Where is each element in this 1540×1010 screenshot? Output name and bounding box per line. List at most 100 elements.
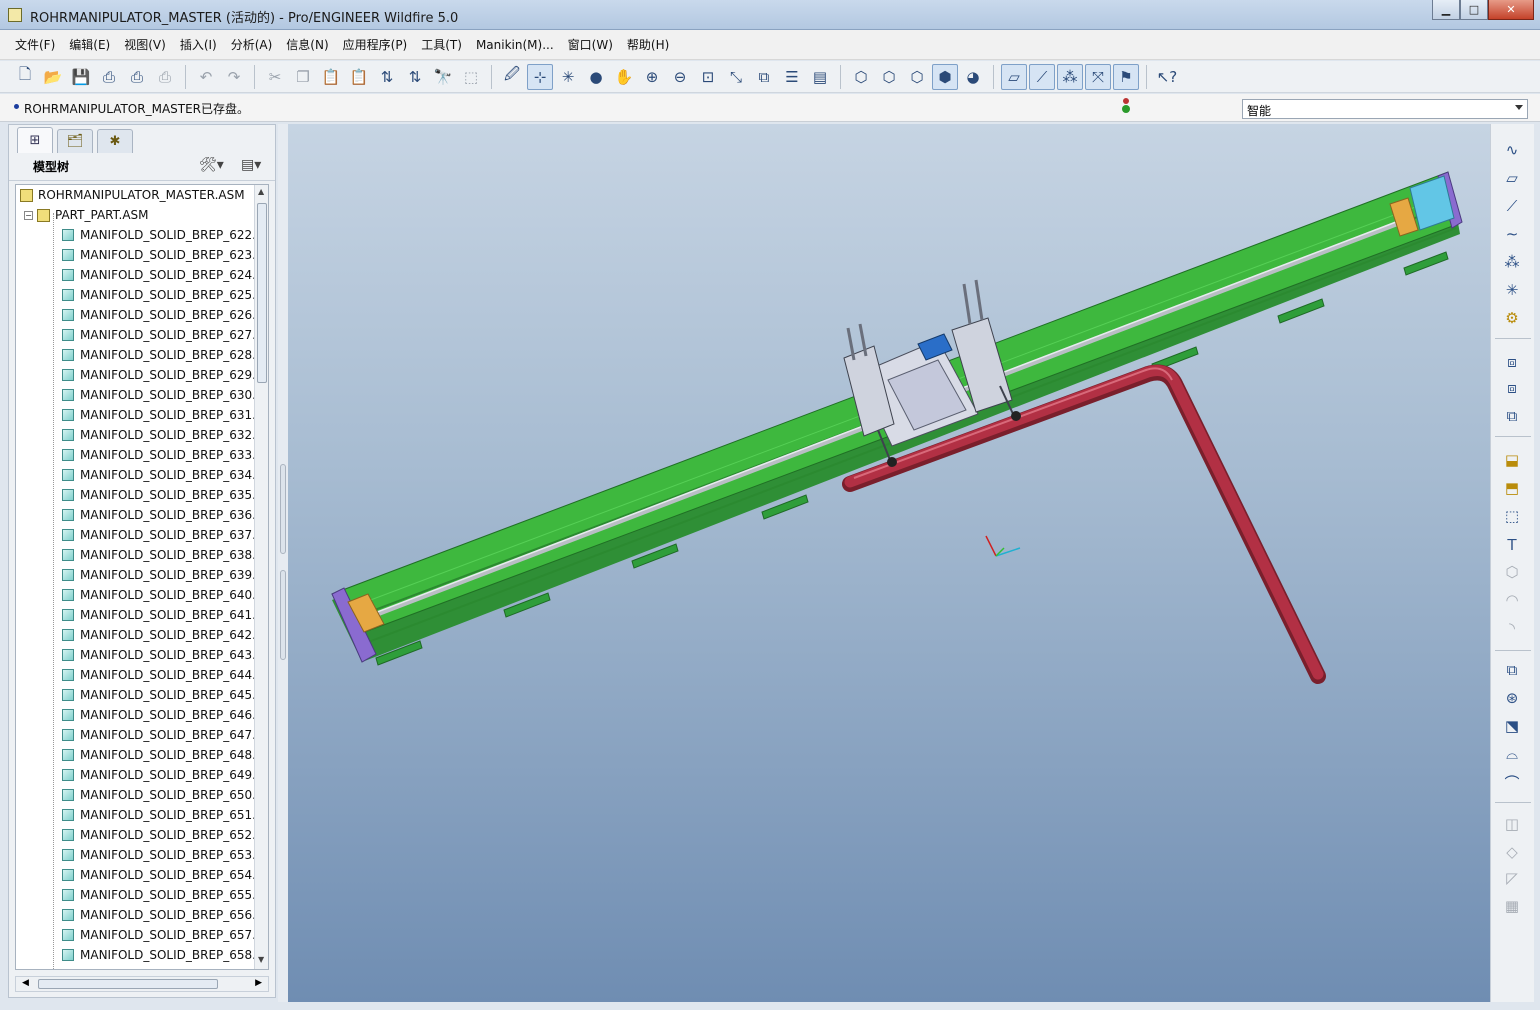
tree-part-row[interactable]: MANIFOLD_SOLID_BREP_655. (62, 885, 256, 905)
trim-icon[interactable]: ⌒ (1497, 770, 1527, 794)
orient-icon[interactable]: ✳ (555, 64, 581, 90)
tree-subassembly-row[interactable]: − PART_PART.ASM (24, 205, 149, 225)
tree-part-row[interactable]: MANIFOLD_SOLID_BREP_651. (62, 805, 256, 825)
round-icon[interactable]: ◝ (1497, 616, 1527, 640)
extrude-icon[interactable]: ⬓ (1497, 448, 1527, 472)
tree-part-row[interactable]: MANIFOLD_SOLID_BREP_633. (62, 445, 256, 465)
tree-part-row[interactable]: MANIFOLD_SOLID_BREP_628. (62, 345, 256, 365)
rib-icon[interactable]: ◠ (1497, 588, 1527, 612)
graphics-viewport[interactable] (288, 124, 1490, 1002)
hidden-line-icon[interactable]: ⬡ (876, 64, 902, 90)
offset-icon[interactable]: ⬔ (1497, 714, 1527, 738)
minimize-button[interactable]: ▁ (1432, 0, 1460, 20)
scroll-left-icon[interactable]: ◀ (22, 978, 29, 988)
scroll-right-icon[interactable]: ▶ (255, 978, 262, 988)
tree-part-row[interactable]: MANIFOLD_SOLID_BREP_629. (62, 365, 256, 385)
assemble-component-icon[interactable]: ⧈ (1497, 350, 1527, 374)
menu-tools[interactable]: 工具(T) (414, 36, 469, 53)
merge-icon[interactable]: ⌓ (1497, 742, 1527, 766)
reorient-icon[interactable]: ⤡ (723, 64, 749, 90)
tree-part-row[interactable]: MANIFOLD_SOLID_BREP_648. (62, 745, 256, 765)
tab-model-tree[interactable]: ⊞ (17, 127, 53, 153)
tree-part-row[interactable]: MANIFOLD_SOLID_BREP_653. (62, 845, 256, 865)
tree-part-row[interactable]: MANIFOLD_SOLID_BREP_636. (62, 505, 256, 525)
menu-edit[interactable]: 编辑(E) (62, 36, 117, 53)
package-component-icon[interactable]: ⧉ (1497, 404, 1527, 428)
tree-part-row[interactable]: MANIFOLD_SOLID_BREP_630. (62, 385, 256, 405)
tree-part-row[interactable]: MANIFOLD_SOLID_BREP_634. (62, 465, 256, 485)
draft-icon[interactable]: ◫ (1497, 812, 1527, 836)
tree-vertical-scrollbar[interactable]: ▲ ▼ (254, 185, 268, 969)
scroll-down-icon[interactable]: ▼ (258, 955, 264, 964)
splitter-grip[interactable] (280, 570, 286, 660)
tree-part-row[interactable]: MANIFOLD_SOLID_BREP_641. (62, 605, 256, 625)
datum-plane-icon[interactable]: ▱ (1497, 166, 1527, 190)
repaint-icon[interactable]: 🖉 (499, 64, 525, 90)
datum-axis-icon[interactable]: ⟋ (1497, 194, 1527, 218)
coord-sys-icon[interactable]: ⤧ (1085, 63, 1111, 90)
saved-views-icon[interactable]: ⧉ (751, 64, 777, 90)
tree-part-row[interactable]: MANIFOLD_SOLID_BREP_654. (62, 865, 256, 885)
menu-analysis[interactable]: 分析(A) (224, 36, 280, 53)
tree-part-row[interactable]: MANIFOLD_SOLID_BREP_632. (62, 425, 256, 445)
tree-part-row[interactable]: MANIFOLD_SOLID_BREP_627. (62, 325, 256, 345)
splitter-grip[interactable] (280, 464, 286, 554)
sweep-icon[interactable]: ⬚ (1497, 504, 1527, 528)
tree-part-row[interactable]: MANIFOLD_SOLID_BREP_639. (62, 565, 256, 585)
datum-curve-sketch-icon[interactable]: ∿ (1497, 138, 1527, 162)
tree-part-row[interactable]: MANIFOLD_SOLID_BREP_642. (62, 625, 256, 645)
zoom-out-icon[interactable]: ⊖ (667, 64, 693, 90)
scrollbar-thumb[interactable] (257, 203, 267, 383)
tree-part-row[interactable]: MANIFOLD_SOLID_BREP_658. (62, 945, 256, 965)
enhanced-realism-icon[interactable]: ◕ (960, 64, 986, 90)
scroll-up-icon[interactable]: ▲ (258, 187, 264, 196)
coordinate-system-tool-icon[interactable]: ✳ (1497, 278, 1527, 302)
create-component-icon[interactable]: ⧈ (1497, 376, 1527, 400)
tree-part-row[interactable]: MANIFOLD_SOLID_BREP_622. (62, 225, 256, 245)
view-manager-icon[interactable]: ▤ (807, 64, 833, 90)
menu-insert[interactable]: 插入(I) (173, 36, 224, 53)
paste-icon[interactable]: 📋 (318, 64, 344, 90)
tree-part-row[interactable]: MANIFOLD_SOLID_BREP_647. (62, 725, 256, 745)
hole-icon[interactable]: Ｔ (1497, 532, 1527, 556)
select-box-icon[interactable]: ⬚ (458, 64, 484, 90)
collapse-icon[interactable]: − (24, 210, 33, 220)
tree-part-row[interactable]: MANIFOLD_SOLID_BREP_626. (62, 305, 256, 325)
find-icon[interactable]: 🔭 (430, 64, 456, 90)
print-icon[interactable]: ⎙ (96, 64, 122, 90)
wireframe-icon[interactable]: ⬡ (848, 64, 874, 90)
tree-root-row[interactable]: ROHRMANIPULATOR_MASTER.ASM (20, 185, 245, 205)
scrollbar-thumb[interactable] (38, 979, 218, 989)
tree-part-row[interactable]: MANIFOLD_SOLID_BREP_638. (62, 545, 256, 565)
tree-part-row[interactable]: MANIFOLD_SOLID_BREP_635. (62, 485, 256, 505)
menu-info[interactable]: 信息(N) (279, 36, 335, 53)
datum-points-icon[interactable]: ⁂ (1057, 63, 1083, 90)
undo-icon[interactable]: ↶ (193, 64, 219, 90)
annotations-icon[interactable]: ⚑ (1113, 63, 1139, 90)
layers-icon[interactable]: ☰ (779, 64, 805, 90)
sketch-curve-icon[interactable]: ∼ (1497, 222, 1527, 246)
shaded-icon[interactable]: ⬢ (932, 63, 958, 90)
shell-icon[interactable]: ⬡ (1497, 560, 1527, 584)
regen-manager-icon[interactable]: ⇅ (402, 64, 428, 90)
open-icon[interactable]: 📂 (40, 64, 66, 90)
datum-axes-icon[interactable]: ⟋ (1029, 63, 1055, 90)
paste-special-icon[interactable]: 📋 (346, 64, 372, 90)
selection-filter-dropdown[interactable]: 智能 (1242, 99, 1528, 119)
menu-manikin[interactable]: Manikin(M)... (469, 38, 561, 52)
new-icon[interactable]: 🗋 (12, 64, 38, 90)
tree-part-row[interactable]: MANIFOLD_SOLID_BREP_649. (62, 765, 256, 785)
tree-part-row[interactable]: MANIFOLD_SOLID_BREP_623. (62, 245, 256, 265)
context-help-icon[interactable]: ↖? (1154, 64, 1180, 90)
maximize-button[interactable]: □ (1460, 0, 1488, 20)
no-hidden-icon[interactable]: ⬡ (904, 64, 930, 90)
tree-part-row[interactable]: MANIFOLD_SOLID_BREP_650. (62, 785, 256, 805)
menu-view[interactable]: 视图(V) (117, 36, 173, 53)
cut-icon[interactable]: ✂ (262, 64, 288, 90)
menu-help[interactable]: 帮助(H) (620, 36, 676, 53)
solidify-icon[interactable]: ◸ (1497, 866, 1527, 890)
quick-print-icon[interactable]: ⎙ (152, 64, 178, 90)
refit-icon[interactable]: ⊡ (695, 64, 721, 90)
print-preview-icon[interactable]: ⎙ (124, 64, 150, 90)
regenerate-icon[interactable]: ⇅ (374, 64, 400, 90)
